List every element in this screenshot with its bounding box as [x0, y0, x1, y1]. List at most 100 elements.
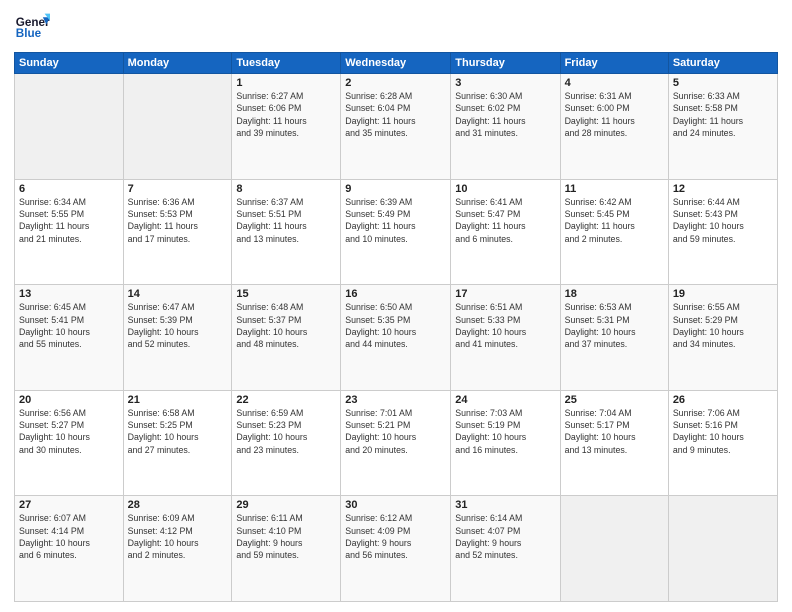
- day-number: 12: [673, 183, 773, 195]
- day-info: Sunrise: 6:50 AM Sunset: 5:35 PM Dayligh…: [345, 301, 446, 350]
- day-info: Sunrise: 6:07 AM Sunset: 4:14 PM Dayligh…: [19, 512, 119, 561]
- day-number: 23: [345, 394, 446, 406]
- day-info: Sunrise: 6:42 AM Sunset: 5:45 PM Dayligh…: [565, 196, 664, 245]
- day-number: 29: [236, 499, 336, 511]
- day-info: Sunrise: 6:53 AM Sunset: 5:31 PM Dayligh…: [565, 301, 664, 350]
- day-cell: 7Sunrise: 6:36 AM Sunset: 5:53 PM Daylig…: [123, 179, 232, 285]
- day-info: Sunrise: 7:01 AM Sunset: 5:21 PM Dayligh…: [345, 407, 446, 456]
- day-cell: 6Sunrise: 6:34 AM Sunset: 5:55 PM Daylig…: [15, 179, 124, 285]
- week-row-3: 13Sunrise: 6:45 AM Sunset: 5:41 PM Dayli…: [15, 285, 778, 391]
- day-cell: [15, 74, 124, 180]
- day-number: 21: [128, 394, 228, 406]
- day-info: Sunrise: 6:27 AM Sunset: 6:06 PM Dayligh…: [236, 90, 336, 139]
- day-cell: 15Sunrise: 6:48 AM Sunset: 5:37 PM Dayli…: [232, 285, 341, 391]
- day-cell: 9Sunrise: 6:39 AM Sunset: 5:49 PM Daylig…: [341, 179, 451, 285]
- week-row-5: 27Sunrise: 6:07 AM Sunset: 4:14 PM Dayli…: [15, 496, 778, 602]
- day-number: 20: [19, 394, 119, 406]
- day-info: Sunrise: 6:34 AM Sunset: 5:55 PM Dayligh…: [19, 196, 119, 245]
- day-cell: 28Sunrise: 6:09 AM Sunset: 4:12 PM Dayli…: [123, 496, 232, 602]
- day-cell: 12Sunrise: 6:44 AM Sunset: 5:43 PM Dayli…: [668, 179, 777, 285]
- day-number: 14: [128, 288, 228, 300]
- header-sunday: Sunday: [15, 53, 124, 74]
- day-cell: 5Sunrise: 6:33 AM Sunset: 5:58 PM Daylig…: [668, 74, 777, 180]
- header-tuesday: Tuesday: [232, 53, 341, 74]
- logo: General Blue: [14, 10, 50, 46]
- day-number: 25: [565, 394, 664, 406]
- day-number: 10: [455, 183, 555, 195]
- calendar-header-row: SundayMondayTuesdayWednesdayThursdayFrid…: [15, 53, 778, 74]
- day-cell: 26Sunrise: 7:06 AM Sunset: 5:16 PM Dayli…: [668, 390, 777, 496]
- header-monday: Monday: [123, 53, 232, 74]
- day-number: 15: [236, 288, 336, 300]
- day-number: 4: [565, 77, 664, 89]
- day-cell: 8Sunrise: 6:37 AM Sunset: 5:51 PM Daylig…: [232, 179, 341, 285]
- day-info: Sunrise: 6:11 AM Sunset: 4:10 PM Dayligh…: [236, 512, 336, 561]
- day-number: 26: [673, 394, 773, 406]
- page-header: General Blue: [14, 10, 778, 46]
- day-number: 27: [19, 499, 119, 511]
- day-info: Sunrise: 6:12 AM Sunset: 4:09 PM Dayligh…: [345, 512, 446, 561]
- day-info: Sunrise: 6:41 AM Sunset: 5:47 PM Dayligh…: [455, 196, 555, 245]
- day-cell: 24Sunrise: 7:03 AM Sunset: 5:19 PM Dayli…: [451, 390, 560, 496]
- day-info: Sunrise: 6:09 AM Sunset: 4:12 PM Dayligh…: [128, 512, 228, 561]
- day-info: Sunrise: 6:36 AM Sunset: 5:53 PM Dayligh…: [128, 196, 228, 245]
- day-cell: [560, 496, 668, 602]
- day-info: Sunrise: 6:33 AM Sunset: 5:58 PM Dayligh…: [673, 90, 773, 139]
- day-cell: 14Sunrise: 6:47 AM Sunset: 5:39 PM Dayli…: [123, 285, 232, 391]
- logo-icon: General Blue: [14, 10, 50, 46]
- day-cell: 29Sunrise: 6:11 AM Sunset: 4:10 PM Dayli…: [232, 496, 341, 602]
- day-info: Sunrise: 6:31 AM Sunset: 6:00 PM Dayligh…: [565, 90, 664, 139]
- day-number: 8: [236, 183, 336, 195]
- day-info: Sunrise: 6:56 AM Sunset: 5:27 PM Dayligh…: [19, 407, 119, 456]
- day-number: 22: [236, 394, 336, 406]
- day-cell: 17Sunrise: 6:51 AM Sunset: 5:33 PM Dayli…: [451, 285, 560, 391]
- day-cell: 30Sunrise: 6:12 AM Sunset: 4:09 PM Dayli…: [341, 496, 451, 602]
- week-row-1: 1Sunrise: 6:27 AM Sunset: 6:06 PM Daylig…: [15, 74, 778, 180]
- day-cell: 13Sunrise: 6:45 AM Sunset: 5:41 PM Dayli…: [15, 285, 124, 391]
- day-info: Sunrise: 7:04 AM Sunset: 5:17 PM Dayligh…: [565, 407, 664, 456]
- day-number: 30: [345, 499, 446, 511]
- day-cell: 21Sunrise: 6:58 AM Sunset: 5:25 PM Dayli…: [123, 390, 232, 496]
- day-info: Sunrise: 6:55 AM Sunset: 5:29 PM Dayligh…: [673, 301, 773, 350]
- day-info: Sunrise: 7:03 AM Sunset: 5:19 PM Dayligh…: [455, 407, 555, 456]
- day-number: 9: [345, 183, 446, 195]
- calendar-table: SundayMondayTuesdayWednesdayThursdayFrid…: [14, 52, 778, 602]
- day-cell: 19Sunrise: 6:55 AM Sunset: 5:29 PM Dayli…: [668, 285, 777, 391]
- day-cell: 31Sunrise: 6:14 AM Sunset: 4:07 PM Dayli…: [451, 496, 560, 602]
- day-number: 6: [19, 183, 119, 195]
- header-friday: Friday: [560, 53, 668, 74]
- day-info: Sunrise: 6:58 AM Sunset: 5:25 PM Dayligh…: [128, 407, 228, 456]
- day-cell: [123, 74, 232, 180]
- day-info: Sunrise: 6:51 AM Sunset: 5:33 PM Dayligh…: [455, 301, 555, 350]
- day-cell: 3Sunrise: 6:30 AM Sunset: 6:02 PM Daylig…: [451, 74, 560, 180]
- day-cell: 23Sunrise: 7:01 AM Sunset: 5:21 PM Dayli…: [341, 390, 451, 496]
- day-info: Sunrise: 6:30 AM Sunset: 6:02 PM Dayligh…: [455, 90, 555, 139]
- week-row-4: 20Sunrise: 6:56 AM Sunset: 5:27 PM Dayli…: [15, 390, 778, 496]
- day-number: 13: [19, 288, 119, 300]
- day-info: Sunrise: 6:48 AM Sunset: 5:37 PM Dayligh…: [236, 301, 336, 350]
- day-number: 1: [236, 77, 336, 89]
- header-saturday: Saturday: [668, 53, 777, 74]
- day-number: 3: [455, 77, 555, 89]
- day-info: Sunrise: 6:45 AM Sunset: 5:41 PM Dayligh…: [19, 301, 119, 350]
- day-info: Sunrise: 6:37 AM Sunset: 5:51 PM Dayligh…: [236, 196, 336, 245]
- day-number: 28: [128, 499, 228, 511]
- day-number: 31: [455, 499, 555, 511]
- day-number: 11: [565, 183, 664, 195]
- day-number: 5: [673, 77, 773, 89]
- day-cell: 16Sunrise: 6:50 AM Sunset: 5:35 PM Dayli…: [341, 285, 451, 391]
- day-info: Sunrise: 6:28 AM Sunset: 6:04 PM Dayligh…: [345, 90, 446, 139]
- week-row-2: 6Sunrise: 6:34 AM Sunset: 5:55 PM Daylig…: [15, 179, 778, 285]
- day-info: Sunrise: 6:44 AM Sunset: 5:43 PM Dayligh…: [673, 196, 773, 245]
- day-cell: 2Sunrise: 6:28 AM Sunset: 6:04 PM Daylig…: [341, 74, 451, 180]
- day-info: Sunrise: 6:59 AM Sunset: 5:23 PM Dayligh…: [236, 407, 336, 456]
- day-cell: 25Sunrise: 7:04 AM Sunset: 5:17 PM Dayli…: [560, 390, 668, 496]
- day-cell: 4Sunrise: 6:31 AM Sunset: 6:00 PM Daylig…: [560, 74, 668, 180]
- day-info: Sunrise: 6:47 AM Sunset: 5:39 PM Dayligh…: [128, 301, 228, 350]
- day-cell: [668, 496, 777, 602]
- day-cell: 1Sunrise: 6:27 AM Sunset: 6:06 PM Daylig…: [232, 74, 341, 180]
- day-info: Sunrise: 6:39 AM Sunset: 5:49 PM Dayligh…: [345, 196, 446, 245]
- day-number: 16: [345, 288, 446, 300]
- day-number: 7: [128, 183, 228, 195]
- header-wednesday: Wednesday: [341, 53, 451, 74]
